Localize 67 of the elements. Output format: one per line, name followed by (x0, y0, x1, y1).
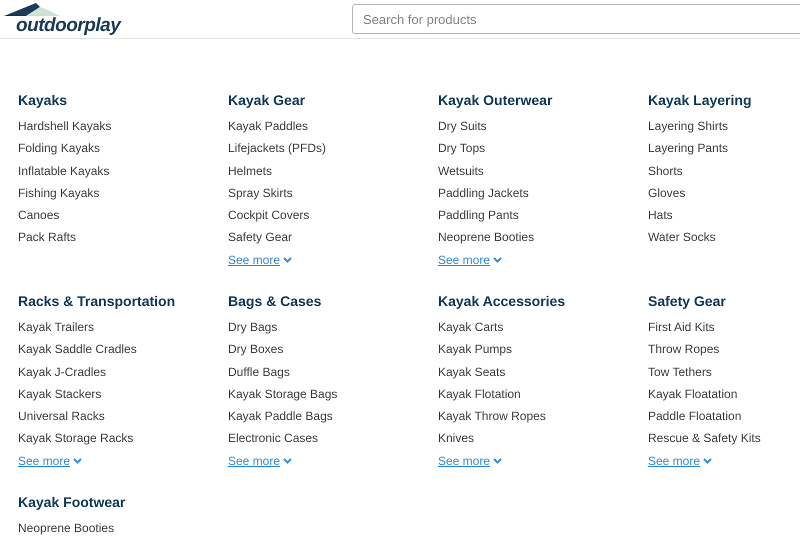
category-link[interactable]: Paddle Floatation (648, 405, 742, 428)
category-link[interactable]: Pack Rafts (18, 226, 76, 249)
category-link[interactable]: Kayak Storage Racks (18, 427, 134, 450)
category-title[interactable]: Safety Gear (648, 292, 800, 310)
category-link[interactable]: Safety Gear (228, 226, 292, 249)
category-title[interactable]: Kayak Gear (228, 91, 438, 109)
category-link[interactable]: Wetsuits (438, 160, 484, 182)
category-link[interactable]: Water Socks (648, 226, 716, 249)
category-link[interactable]: Shorts (648, 160, 683, 182)
category-link[interactable]: Layering Shirts (648, 115, 728, 138)
logo-text: outdoorplay (16, 16, 120, 35)
category-link[interactable]: Helmets (228, 160, 272, 182)
category-link[interactable]: Folding Kayaks (18, 137, 100, 160)
category-link[interactable]: Universal Racks (18, 405, 105, 428)
category-link[interactable]: Kayak Carts (438, 316, 504, 338)
category-link[interactable]: Knives (438, 427, 474, 450)
category-title[interactable]: Kayak Accessories (438, 292, 648, 310)
category-link[interactable]: Kayak Seats (438, 360, 506, 383)
chevron-down-icon (493, 458, 502, 464)
category-link[interactable]: Dry Suits (438, 115, 487, 138)
category-title[interactable]: Bags & Cases (228, 292, 438, 310)
category-link[interactable]: Hats (648, 204, 673, 226)
category-link[interactable]: Canoes (18, 204, 60, 226)
category-link[interactable]: Kayak Saddle Cradles (18, 338, 137, 361)
category-link[interactable]: Dry Boxes (228, 338, 284, 361)
category-link[interactable]: Neoprene Booties (18, 517, 114, 540)
category-link[interactable]: Rescue & Safety Kits (648, 427, 761, 450)
category-link[interactable]: Kayak Flotation (438, 382, 521, 406)
category-link[interactable]: Fishing Kayaks (18, 182, 100, 204)
category-link[interactable]: Gloves (648, 182, 686, 204)
category-link[interactable]: Kayak J-Cradles (18, 360, 106, 383)
category-title[interactable]: Kayak Layering (648, 91, 800, 109)
category-link[interactable]: Kayak Throw Ropes (438, 405, 546, 428)
category-link[interactable]: Electronic Cases (228, 427, 318, 450)
category-link[interactable]: Cockpit Covers (228, 204, 310, 226)
chevron-down-icon (493, 256, 502, 263)
category-title[interactable]: Kayaks (18, 91, 228, 109)
category-link[interactable]: Lifejackets (PFDs) (228, 137, 326, 160)
category-link[interactable]: Kayak Paddles (228, 115, 308, 138)
category-title[interactable]: Racks & Transportation (18, 292, 228, 310)
category-link[interactable]: Dry Bags (228, 316, 278, 338)
category-link[interactable]: Duffle Bags (228, 360, 290, 383)
category-title[interactable]: Kayak Footwear (18, 493, 228, 511)
category-link[interactable]: Kayak Floatation (648, 382, 738, 406)
category-link[interactable]: Layering Pants (648, 137, 728, 160)
chevron-down-icon (703, 458, 712, 464)
chevron-down-icon (283, 458, 292, 464)
category-link[interactable]: Inflatable Kayaks (18, 160, 110, 182)
category-link[interactable]: Kayak Stackers (18, 382, 102, 406)
search-field[interactable]: Search for products (352, 4, 800, 34)
category-link[interactable]: Kayak Trailers (18, 316, 94, 338)
category-link[interactable]: Throw Ropes (648, 338, 720, 361)
category-link[interactable]: Kayak Paddle Bags (228, 405, 333, 428)
category-link[interactable]: Neoprene Booties (438, 226, 534, 249)
category-link[interactable]: Dry Tops (438, 137, 486, 160)
category-link[interactable]: Hardshell Kayaks (18, 115, 112, 138)
category-link[interactable]: Spray Skirts (228, 182, 293, 204)
category-link[interactable]: Paddling Jackets (438, 182, 529, 204)
category-link[interactable]: Tow Tethers (648, 360, 712, 383)
category-link[interactable]: Paddling Pants (438, 204, 519, 226)
logo[interactable]: outdoorplay (4, 3, 144, 35)
category-title[interactable]: Kayak Outerwear (438, 91, 648, 109)
chevron-down-icon (283, 256, 292, 263)
category-link[interactable]: Kayak Pumps (438, 338, 512, 361)
category-link[interactable]: Kayak Storage Bags (228, 382, 338, 406)
category-link[interactable]: First Aid Kits (648, 316, 715, 338)
chevron-down-icon (73, 458, 82, 464)
